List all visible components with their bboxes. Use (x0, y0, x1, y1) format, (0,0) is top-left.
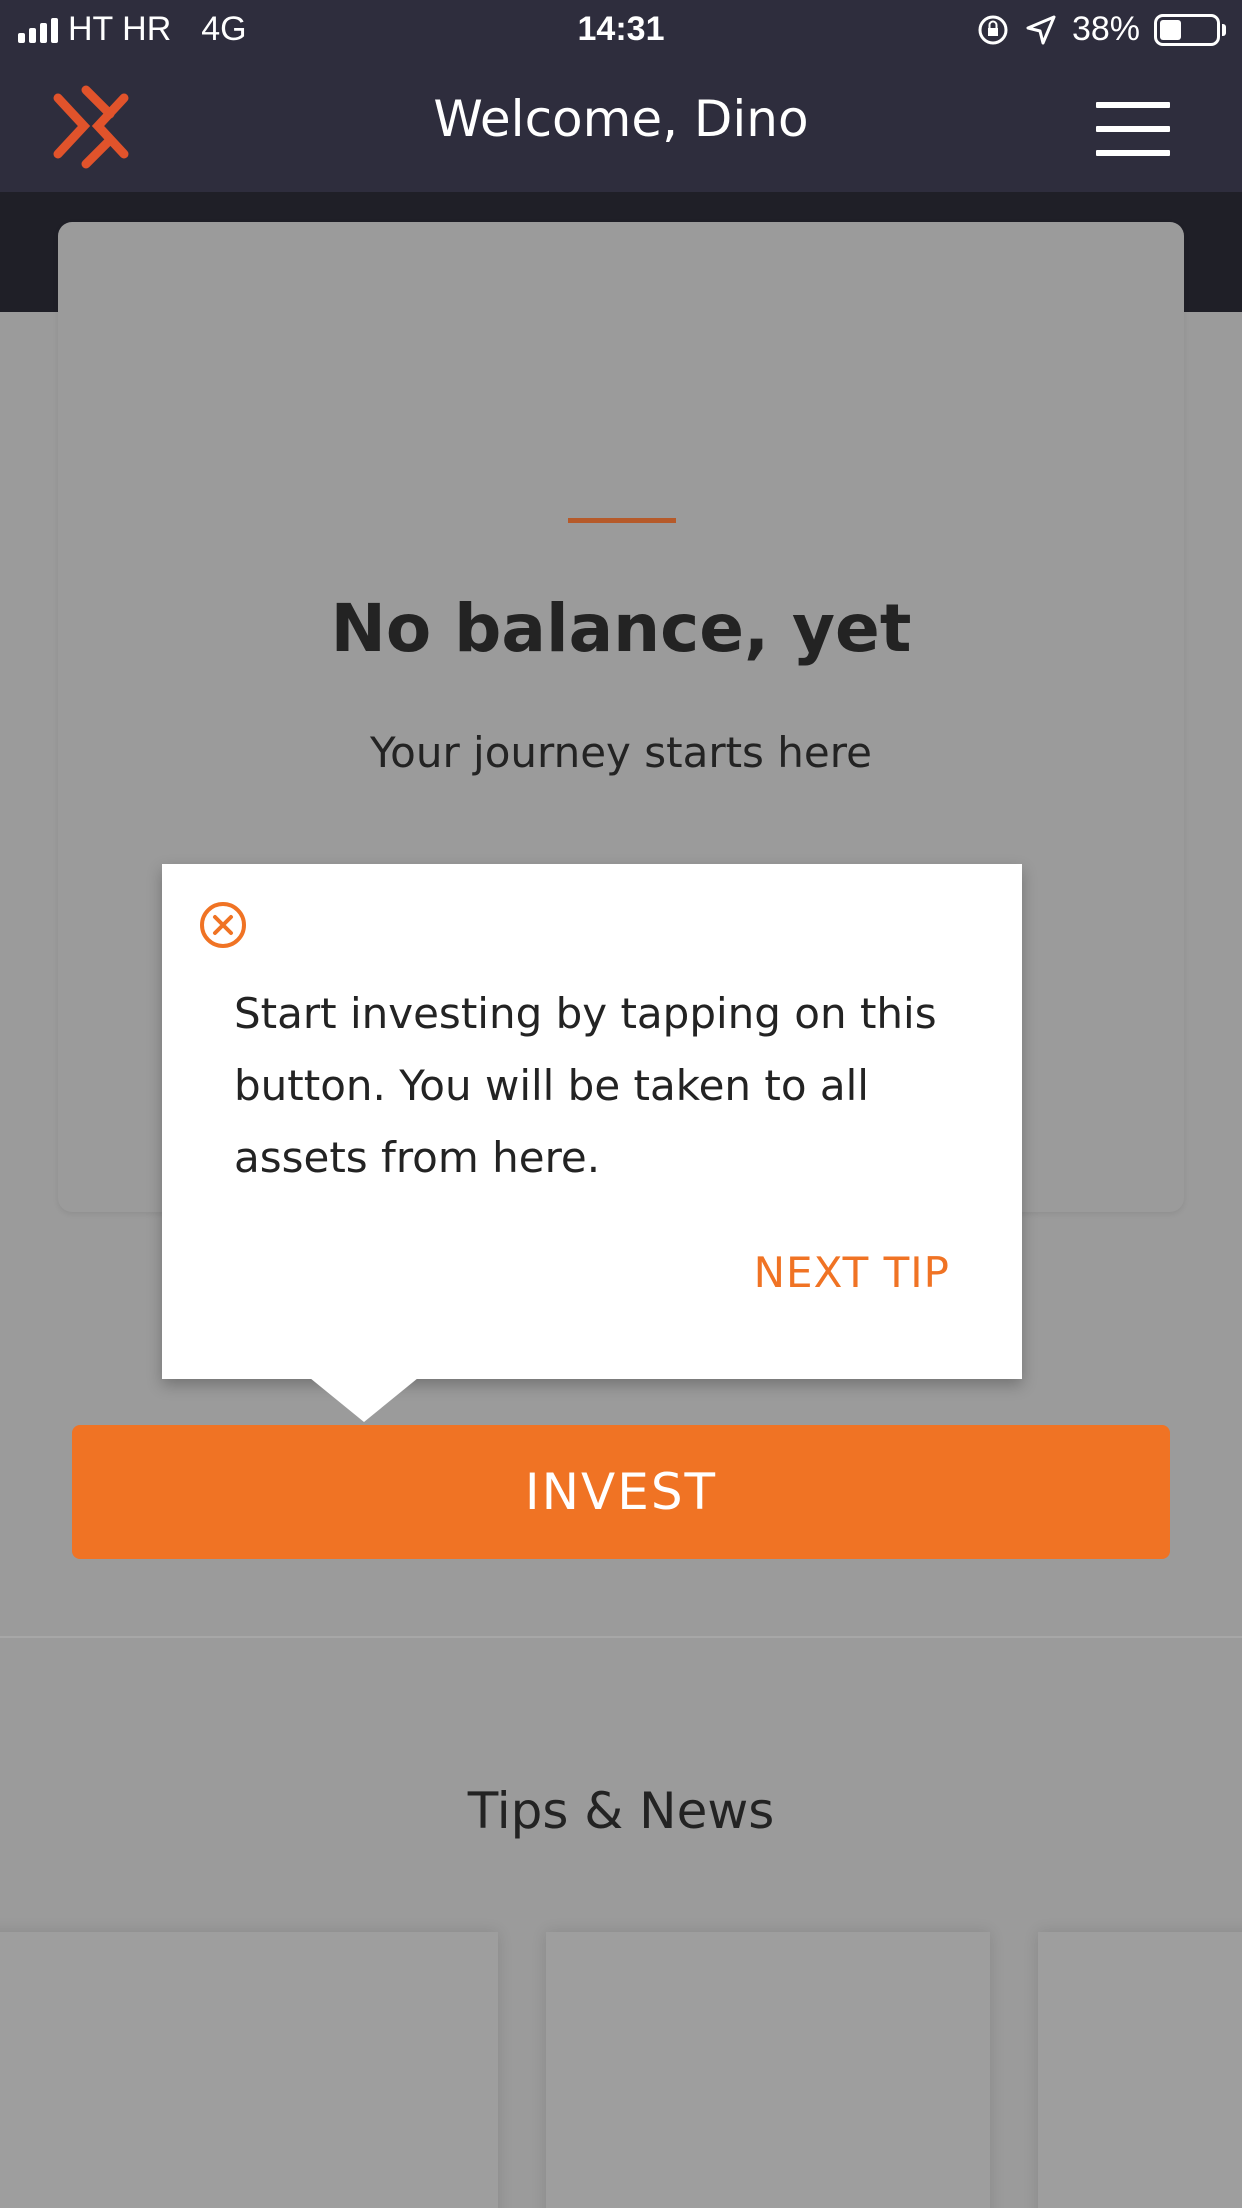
app-header: Welcome, Dino (0, 62, 1242, 192)
battery-level (1160, 19, 1181, 40)
invest-button[interactable]: INVEST (72, 1425, 1170, 1559)
news-card[interactable] (0, 1932, 498, 2208)
page-title: Welcome, Dino (433, 90, 809, 148)
battery-icon (1154, 13, 1226, 46)
balance-title: No balance, yet (330, 590, 912, 667)
app-screen: HT HR 4G 14:31 38% Welcome, Dino No bala… (0, 0, 1242, 2208)
orientation-lock-icon (978, 15, 1008, 44)
news-card[interactable] (1038, 1932, 1242, 2208)
status-right: 38% (976, 10, 1226, 49)
tip-popover: Start investing by tapping on this butto… (162, 864, 1022, 1379)
tip-text: Start investing by tapping on this butto… (234, 989, 937, 1182)
tip-pointer (310, 1378, 418, 1422)
balance-subtitle: Your journey starts here (370, 728, 872, 777)
tips-news-title: Tips & News (467, 1782, 775, 1840)
battery-percent: 38% (1071, 10, 1140, 48)
news-card[interactable] (546, 1932, 990, 2208)
status-bar: HT HR 4G 14:31 38% (0, 0, 1242, 62)
next-tip-button[interactable]: NEXT TIP (754, 1248, 950, 1297)
location-icon (1026, 15, 1056, 44)
card-accent-line (568, 518, 676, 523)
section-divider (0, 1636, 1242, 1638)
close-circle-icon[interactable] (198, 900, 248, 950)
hamburger-menu-icon[interactable] (1096, 102, 1170, 156)
